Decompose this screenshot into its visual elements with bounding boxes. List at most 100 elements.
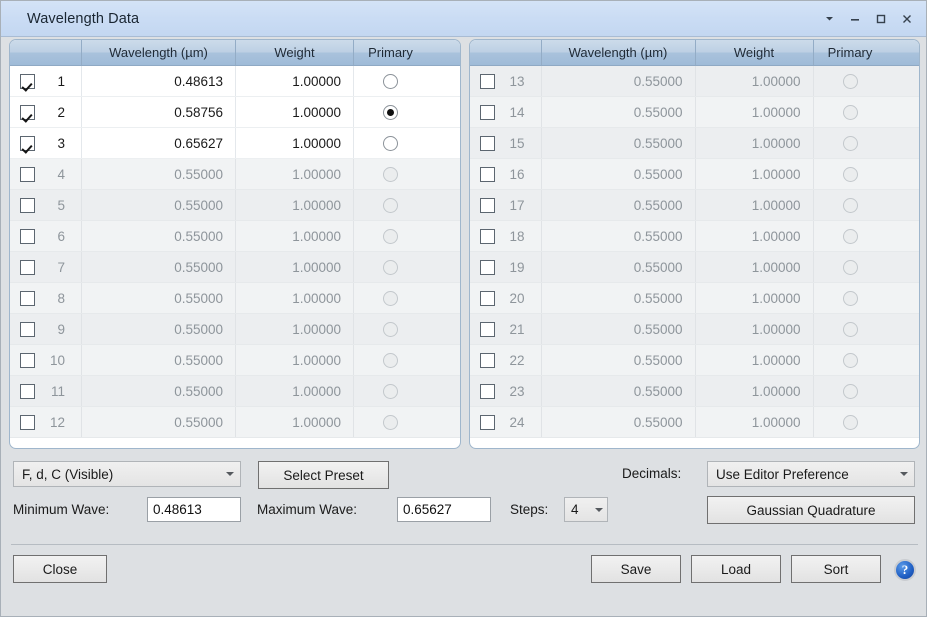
wavelength-cell[interactable]: 0.55000	[82, 314, 236, 344]
wavelength-cell[interactable]: 0.55000	[82, 252, 236, 282]
weight-cell[interactable]: 1.00000	[236, 376, 354, 406]
decimals-dropdown[interactable]: Use Editor Preference	[707, 461, 915, 487]
primary-radio[interactable]	[843, 74, 858, 89]
wavelength-cell[interactable]: 0.58756	[82, 97, 236, 127]
row-checkbox[interactable]	[480, 260, 495, 275]
wavelength-cell[interactable]: 0.55000	[82, 221, 236, 251]
row-checkbox[interactable]	[20, 136, 35, 151]
wavelength-cell[interactable]: 0.55000	[542, 314, 696, 344]
primary-radio[interactable]	[383, 74, 398, 89]
table-row[interactable]: 30.656271.00000	[10, 128, 460, 159]
weight-cell[interactable]: 1.00000	[236, 407, 354, 437]
row-checkbox[interactable]	[20, 167, 35, 182]
wavelength-cell[interactable]: 0.55000	[82, 190, 236, 220]
weight-cell[interactable]: 1.00000	[696, 252, 814, 282]
weight-cell[interactable]: 1.00000	[236, 159, 354, 189]
wavelength-cell[interactable]: 0.55000	[542, 345, 696, 375]
preset-dropdown[interactable]: F, d, C (Visible)	[13, 461, 241, 487]
table-row[interactable]: 70.550001.00000	[10, 252, 460, 283]
load-button[interactable]: Load	[691, 555, 781, 583]
wavelength-cell[interactable]: 0.55000	[542, 376, 696, 406]
weight-cell[interactable]: 1.00000	[696, 407, 814, 437]
table-row[interactable]: 80.550001.00000	[10, 283, 460, 314]
table-row[interactable]: 20.587561.00000	[10, 97, 460, 128]
table-row[interactable]: 110.550001.00000	[10, 376, 460, 407]
row-checkbox[interactable]	[20, 291, 35, 306]
row-checkbox[interactable]	[480, 291, 495, 306]
primary-radio[interactable]	[843, 353, 858, 368]
row-checkbox[interactable]	[480, 322, 495, 337]
wavelength-cell[interactable]: 0.55000	[542, 128, 696, 158]
row-checkbox[interactable]	[20, 229, 35, 244]
row-checkbox[interactable]	[480, 353, 495, 368]
weight-cell[interactable]: 1.00000	[696, 190, 814, 220]
weight-cell[interactable]: 1.00000	[696, 159, 814, 189]
table-row[interactable]: 50.550001.00000	[10, 190, 460, 221]
primary-radio[interactable]	[383, 105, 398, 120]
row-checkbox[interactable]	[480, 198, 495, 213]
weight-cell[interactable]: 1.00000	[696, 221, 814, 251]
table-row[interactable]: 120.550001.00000	[10, 407, 460, 438]
wavelength-cell[interactable]: 0.55000	[82, 407, 236, 437]
table-row[interactable]: 240.550001.00000	[470, 407, 920, 438]
weight-cell[interactable]: 1.00000	[696, 283, 814, 313]
table-row[interactable]: 160.550001.00000	[470, 159, 920, 190]
weight-cell[interactable]: 1.00000	[236, 128, 354, 158]
row-checkbox[interactable]	[20, 353, 35, 368]
save-button[interactable]: Save	[591, 555, 681, 583]
primary-radio[interactable]	[383, 291, 398, 306]
sort-button[interactable]: Sort	[791, 555, 881, 583]
primary-radio[interactable]	[383, 198, 398, 213]
weight-cell[interactable]: 1.00000	[696, 128, 814, 158]
wavelength-cell[interactable]: 0.55000	[542, 252, 696, 282]
wavelength-cell[interactable]: 0.55000	[82, 345, 236, 375]
row-checkbox[interactable]	[20, 198, 35, 213]
weight-cell[interactable]: 1.00000	[236, 283, 354, 313]
row-checkbox[interactable]	[480, 229, 495, 244]
primary-radio[interactable]	[383, 260, 398, 275]
primary-radio[interactable]	[843, 291, 858, 306]
weight-cell[interactable]: 1.00000	[696, 345, 814, 375]
maximum-wave-input[interactable]: 0.65627	[397, 497, 491, 522]
table-row[interactable]: 180.550001.00000	[470, 221, 920, 252]
table-row[interactable]: 150.550001.00000	[470, 128, 920, 159]
row-checkbox[interactable]	[480, 384, 495, 399]
wavelength-cell[interactable]: 0.65627	[82, 128, 236, 158]
table-row[interactable]: 200.550001.00000	[470, 283, 920, 314]
table-row[interactable]: 100.550001.00000	[10, 345, 460, 376]
primary-radio[interactable]	[843, 229, 858, 244]
weight-cell[interactable]: 1.00000	[236, 190, 354, 220]
close-icon[interactable]	[894, 6, 920, 32]
gaussian-quadrature-button[interactable]: Gaussian Quadrature	[707, 496, 915, 524]
weight-cell[interactable]: 1.00000	[696, 314, 814, 344]
row-checkbox[interactable]	[480, 136, 495, 151]
wavelength-cell[interactable]: 0.55000	[542, 407, 696, 437]
weight-cell[interactable]: 1.00000	[236, 221, 354, 251]
primary-radio[interactable]	[383, 229, 398, 244]
primary-radio[interactable]	[383, 353, 398, 368]
primary-radio[interactable]	[383, 167, 398, 182]
weight-cell[interactable]: 1.00000	[236, 66, 354, 96]
table-row[interactable]: 140.550001.00000	[470, 97, 920, 128]
row-checkbox[interactable]	[480, 167, 495, 182]
weight-cell[interactable]: 1.00000	[236, 345, 354, 375]
table-row[interactable]: 130.550001.00000	[470, 66, 920, 97]
primary-radio[interactable]	[843, 105, 858, 120]
primary-radio[interactable]	[383, 322, 398, 337]
primary-radio[interactable]	[843, 322, 858, 337]
wavelength-cell[interactable]: 0.55000	[542, 221, 696, 251]
menu-chevron-down-icon[interactable]	[816, 6, 842, 32]
primary-radio[interactable]	[843, 167, 858, 182]
primary-radio[interactable]	[843, 384, 858, 399]
table-row[interactable]: 220.550001.00000	[470, 345, 920, 376]
table-row[interactable]: 230.550001.00000	[470, 376, 920, 407]
wavelength-cell[interactable]: 0.48613	[82, 66, 236, 96]
table-row[interactable]: 170.550001.00000	[470, 190, 920, 221]
row-checkbox[interactable]	[20, 415, 35, 430]
row-checkbox[interactable]	[480, 74, 495, 89]
primary-radio[interactable]	[383, 415, 398, 430]
steps-dropdown[interactable]: 4	[564, 497, 608, 522]
row-checkbox[interactable]	[480, 415, 495, 430]
table-row[interactable]: 60.550001.00000	[10, 221, 460, 252]
table-row[interactable]: 210.550001.00000	[470, 314, 920, 345]
